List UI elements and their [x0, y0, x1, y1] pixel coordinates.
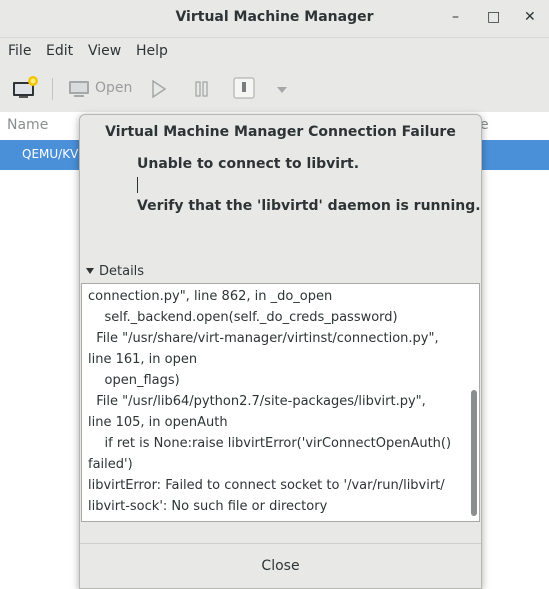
details-textview[interactable]: connection.py", line 862, in _do_open se… [81, 283, 480, 522]
column-name-header[interactable]: Name [7, 117, 48, 133]
dialog-title: Virtual Machine Manager Connection Failu… [105, 124, 456, 140]
toolbar-separator [52, 78, 53, 100]
menubar: File Edit View Help [0, 38, 549, 66]
menu-help[interactable]: Help [136, 43, 168, 59]
details-expander[interactable]: Details [86, 264, 144, 279]
new-vm-icon [13, 76, 38, 98]
details-label: Details [99, 264, 145, 279]
pause-icon[interactable] [194, 80, 210, 98]
toolbar: Open [0, 66, 549, 113]
window-titlebar: Virtual Machine Manager – □ ✕ [0, 0, 549, 38]
scrollbar-thumb[interactable] [471, 390, 477, 516]
monitor-icon [69, 81, 89, 97]
text-caret [137, 177, 138, 193]
open-button[interactable]: Open [68, 78, 136, 100]
secondary-message: Verify that the 'libvirtd' daemon is run… [137, 198, 481, 214]
menu-edit[interactable]: Edit [46, 43, 73, 59]
chevron-down-icon[interactable] [276, 86, 288, 94]
new-vm-button[interactable] [12, 75, 40, 101]
menu-file[interactable]: File [8, 43, 31, 59]
expander-arrow-icon [86, 267, 94, 274]
play-icon[interactable] [151, 80, 167, 98]
shutdown-icon[interactable] [233, 77, 255, 99]
window-title: Virtual Machine Manager [175, 9, 374, 25]
maximize-icon[interactable]: □ [487, 9, 500, 25]
close-window-icon[interactable]: ✕ [524, 9, 536, 25]
connection-label: QEMU/KVN [22, 147, 88, 161]
menu-view[interactable]: View [88, 43, 121, 59]
close-button[interactable]: Close [80, 544, 481, 588]
primary-message: Unable to connect to libvirt. [137, 156, 360, 172]
open-button-label: Open [95, 80, 133, 96]
minimize-icon[interactable]: – [452, 9, 459, 25]
error-dialog: Virtual Machine Manager Connection Failu… [79, 114, 482, 589]
details-text[interactable]: connection.py", line 862, in _do_open se… [88, 286, 458, 517]
